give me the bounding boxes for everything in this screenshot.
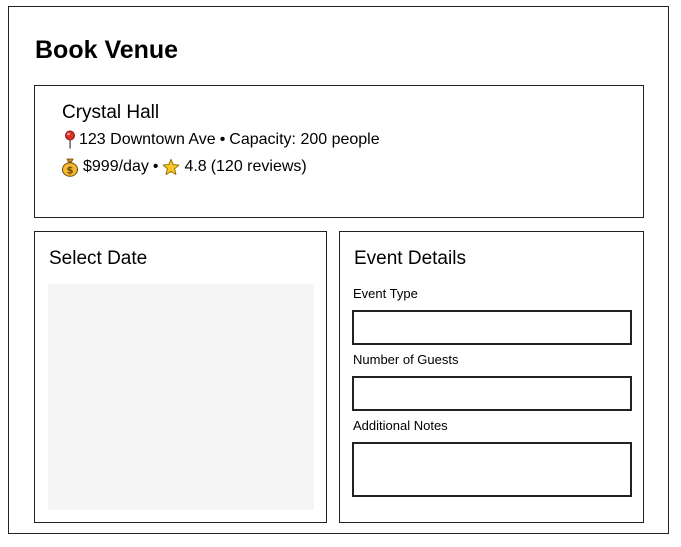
venue-rating: 4.8 (184, 158, 207, 175)
select-date-title: Select Date (49, 248, 148, 269)
money-bag-icon: $ (61, 157, 79, 177)
select-date-panel: Select Date (34, 231, 327, 523)
event-details-panel: Event Details Event Type Number of Guest… (339, 231, 644, 523)
number-of-guests-label: Number of Guests (353, 352, 459, 367)
svg-text:$: $ (67, 166, 74, 177)
venue-price-rating-line: $ $999/day • 4.8 (120 reviews) (61, 157, 307, 177)
star-icon (162, 157, 180, 177)
page-title: Book Venue (35, 36, 179, 64)
additional-notes-textarea[interactable] (352, 442, 632, 497)
venue-location-line: 123 Downtown Ave • Capacity: 200 people (61, 130, 380, 150)
event-type-label: Event Type (353, 286, 418, 301)
additional-notes-label: Additional Notes (353, 418, 448, 433)
venue-price: $999/day (83, 158, 149, 175)
separator: • (152, 158, 159, 175)
venue-card: Crystal Hall 123 Downtown Ave • Capacity… (34, 85, 644, 218)
separator: • (219, 131, 226, 148)
venue-capacity: Capacity: 200 people (229, 131, 380, 148)
venue-reviews: (120 reviews) (210, 158, 307, 175)
venue-name: Crystal Hall (62, 102, 160, 123)
event-details-title: Event Details (354, 248, 466, 269)
venue-address: 123 Downtown Ave (79, 131, 216, 148)
pushpin-icon (61, 130, 79, 150)
number-of-guests-input[interactable] (352, 376, 632, 411)
date-picker-area[interactable] (48, 284, 314, 510)
event-type-input[interactable] (352, 310, 632, 345)
